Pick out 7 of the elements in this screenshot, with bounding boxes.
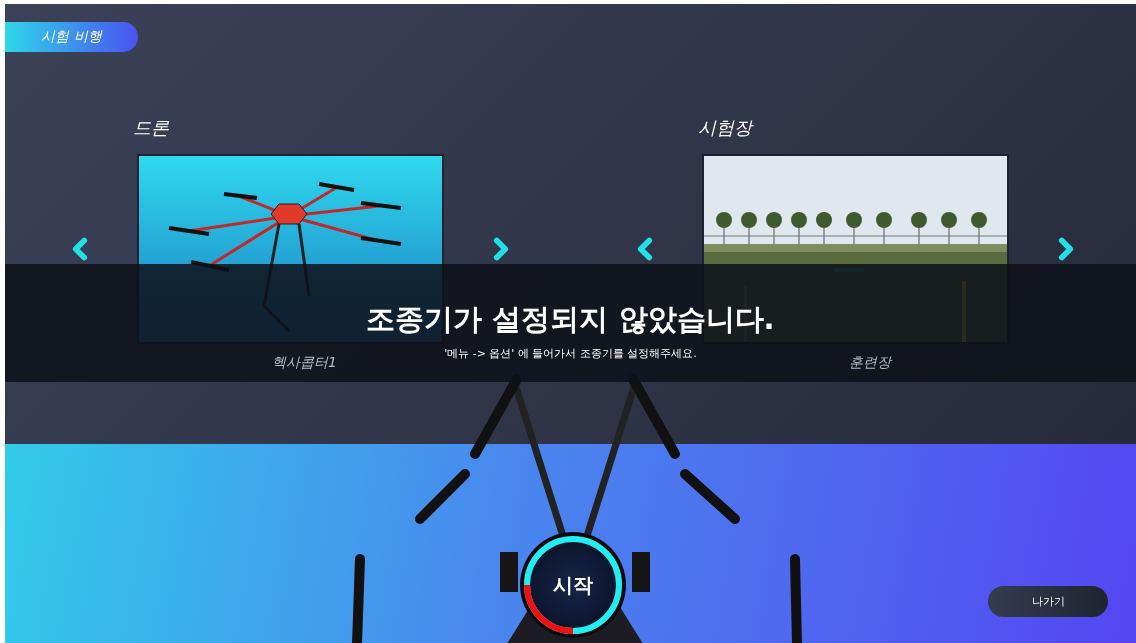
section-label: 드론 [133, 116, 170, 140]
notice-message: '메뉴 -> 옵션' 에 들어가서 조종기를 설정해주세요. [444, 345, 697, 361]
exit-button[interactable]: 나가기 [988, 586, 1108, 617]
section-label: 시험장 [698, 116, 755, 140]
item-caption: 훈련장 [847, 354, 891, 372]
item-caption: 헥사콥터1 [271, 354, 337, 372]
notice-title: 조종기가 설정되지 않았습니다. [366, 300, 775, 338]
